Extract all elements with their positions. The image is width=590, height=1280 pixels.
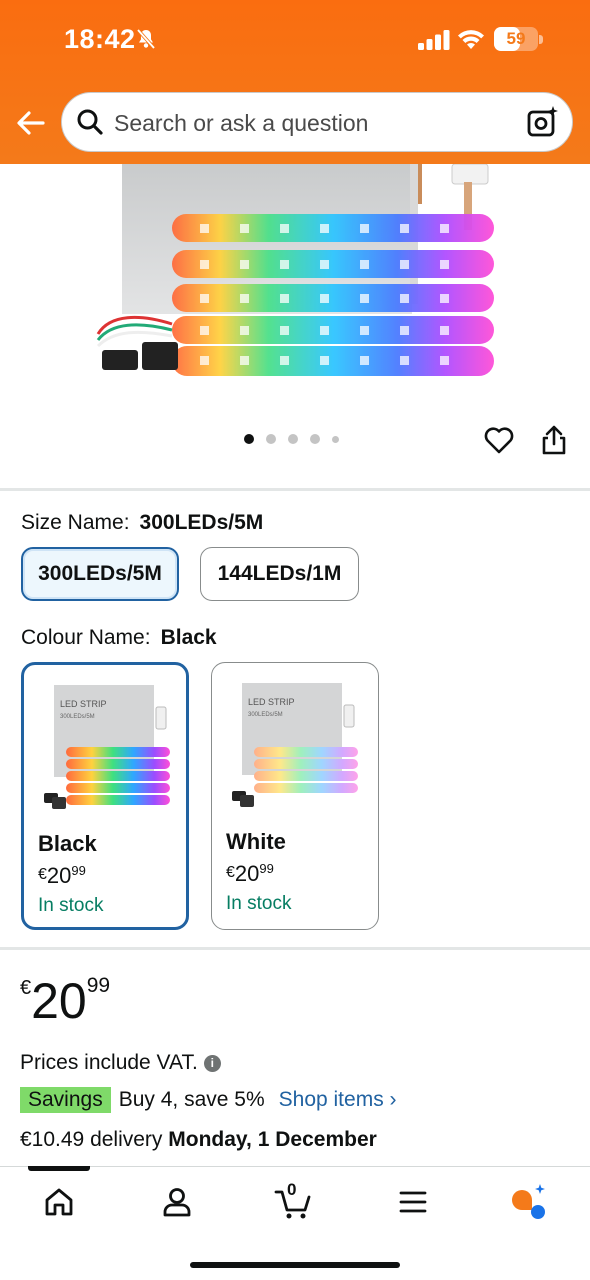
price-whole: 20 [234,861,260,886]
section-divider [0,488,590,491]
colour-label-row: Colour Name: Black [21,626,217,650]
back-arrow-icon[interactable] [14,106,48,140]
vat-note: Prices include VAT. i [20,1051,221,1075]
size-option-label: 300LEDs/5M [38,562,162,585]
battery-tip [539,35,543,44]
colour-option-white[interactable]: LED STRIP 300LEDs/5M White €2099 In stoc… [211,662,379,930]
box-subtitle: 300LEDs/5M [248,712,283,718]
savings-badge: Savings [20,1087,111,1113]
section-divider [0,947,590,950]
box-subtitle: 300LEDs/5M [60,714,95,720]
colour-label: Colour Name: [21,626,151,649]
product-image[interactable] [0,164,590,414]
pagination-dot[interactable] [266,434,276,444]
colour-option-price: €2099 [38,863,86,889]
size-option-144leds[interactable]: 144LEDs/1M [200,547,359,601]
savings-row: Savings Buy 4, save 5% Shop items › [20,1087,397,1113]
search-bar[interactable]: Search or ask a question [61,92,573,152]
signal-icon [418,30,450,50]
pagination-dot[interactable] [332,435,339,443]
camera-search-icon[interactable] [526,105,560,139]
info-icon[interactable]: i [203,1055,221,1072]
size-label: Size Name: [21,511,130,534]
led-strip-photo [96,164,494,376]
main-price: €2099 [20,972,110,1030]
currency-symbol: € [38,866,47,883]
delivery-date: Monday, 1 December [168,1128,377,1151]
share-icon[interactable] [540,424,568,456]
account-icon[interactable] [157,1182,197,1222]
stock-status: In stock [38,895,104,916]
colour-option-name: Black [38,831,97,856]
colour-option-name: White [226,829,286,854]
size-option-300leds[interactable]: 300LEDs/5M [21,547,179,601]
price-fraction: 99 [86,974,111,997]
search-input[interactable]: Search or ask a question [114,110,368,137]
home-icon[interactable] [39,1182,79,1222]
colour-option-black[interactable]: LED STRIP 300LEDs/5M Black €2099 In stoc… [21,662,189,930]
colour-option-price: €2099 [226,861,274,887]
price-fraction: 99 [71,863,86,878]
colour-selected-value: Black [160,626,217,649]
status-time: 18:42 [64,24,136,54]
wifi-icon [458,30,484,49]
home-indicator [190,1262,400,1268]
delivery-info: €10.49 delivery Monday, 1 December [20,1128,377,1152]
active-tab-indicator [28,1166,90,1171]
savings-text: Buy 4, save 5% [118,1088,265,1111]
size-option-label: 144LEDs/1M [217,562,342,585]
box-title: LED STRIP [248,697,295,707]
pagination-dot[interactable] [244,434,254,444]
vat-text: Prices include VAT. [20,1051,198,1074]
colour-thumbnail: LED STRIP 300LEDs/5M [232,683,358,807]
box-title: LED STRIP [60,699,107,709]
currency-symbol: € [20,977,32,999]
pagination-dot[interactable] [288,434,298,444]
cart-count: 0 [287,1180,297,1199]
search-icon [77,109,103,135]
menu-icon[interactable] [393,1182,433,1222]
image-pagination[interactable] [244,434,339,444]
currency-symbol: € [226,864,235,881]
size-selected-value: 300LEDs/5M [139,511,264,534]
rufus-assistant-icon[interactable] [508,1182,548,1222]
shop-items-link[interactable]: Shop items › [279,1088,397,1112]
pagination-dot[interactable] [310,434,320,444]
delivery-prefix: €10.49 delivery [20,1128,163,1151]
battery-percentage: 59 [506,29,526,48]
colour-thumbnail: LED STRIP 300LEDs/5M [44,685,170,809]
heart-icon[interactable] [483,424,515,456]
battery-indicator: 59 [494,27,538,51]
bell-off-icon [136,28,156,50]
app-header: 18:42 59 Search or ask a question [0,0,590,164]
price-whole: 20 [31,973,87,1029]
price-fraction: 99 [259,861,274,876]
stock-status: In stock [226,893,292,914]
size-label-row: Size Name: 300LEDs/5M [21,511,263,535]
price-whole: 20 [46,863,72,888]
